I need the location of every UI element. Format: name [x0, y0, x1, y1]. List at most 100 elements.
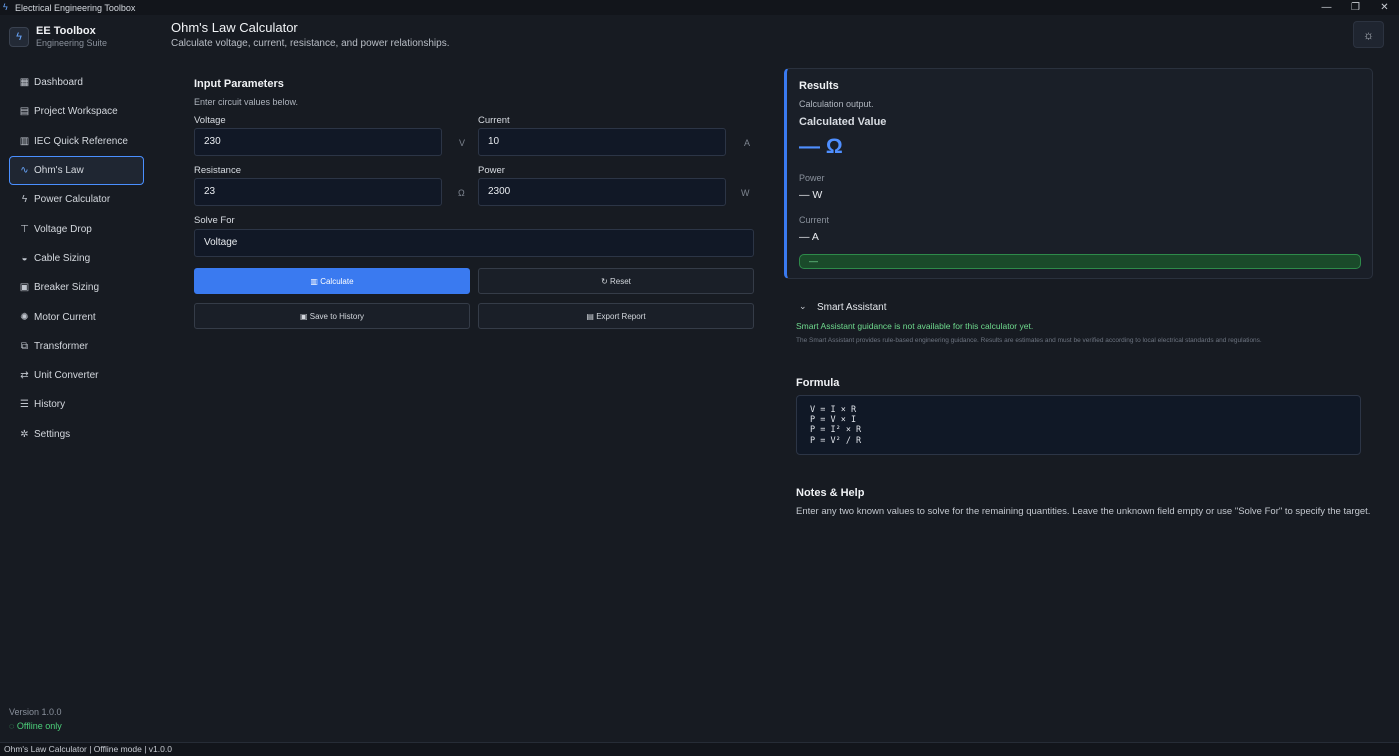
smart-assistant-message: Smart Assistant guidance is not availabl…	[796, 321, 1034, 331]
restore-button[interactable]: ❐	[1341, 0, 1370, 15]
notes-text: Enter any two known values to solve for …	[796, 506, 1371, 517]
sidebar-item-label: Power Calculator	[34, 194, 111, 206]
notes-title: Notes & Help	[796, 487, 865, 499]
sun-icon: ☼	[1363, 28, 1374, 42]
shield-icon: ◌	[9, 721, 15, 731]
sidebar-item-project-workspace[interactable]: ▤ Project Workspace	[9, 97, 144, 126]
sidebar-item-label: Motor Current	[34, 311, 96, 323]
reset-button[interactable]: ↻ Reset	[478, 268, 754, 294]
sidebar-item-unit-converter[interactable]: ⇄ Unit Converter	[9, 361, 144, 390]
formula-line: P = V × I	[810, 415, 857, 426]
logo-icon: ϟ	[9, 27, 29, 47]
sidebar-item-label: History	[34, 399, 66, 411]
version-label: Version 1.0.0	[9, 707, 62, 717]
sidebar-item-voltage-drop[interactable]: ⊤ Voltage Drop	[9, 214, 144, 243]
sidebar: ϟ EE Toolbox Engineering Suite ▦ Dashboar…	[0, 15, 152, 742]
calculated-value-label: Calculated Value	[799, 116, 887, 128]
power-unit: W	[741, 188, 750, 198]
voltage-label: Voltage	[194, 115, 226, 126]
sidebar-item-transformer[interactable]: ⧉ Transformer	[9, 332, 144, 361]
app-icon: ϟ	[3, 2, 8, 12]
sidebar-item-iec-quick-reference[interactable]: ▥ IEC Quick Reference	[9, 127, 144, 156]
results-card: Results Calculation output. Calculated V…	[784, 68, 1373, 279]
formula-title: Formula	[796, 377, 840, 389]
history-icon: ☰	[20, 399, 29, 411]
sidebar-item-label: IEC Quick Reference	[34, 135, 128, 147]
sidebar-item-label: Project Workspace	[34, 106, 118, 118]
save-to-history-button[interactable]: ▣ Save to History	[194, 303, 470, 329]
sidebar-item-label: Settings	[34, 428, 71, 440]
offline-indicator: ◌ Offline only	[9, 721, 62, 731]
result-status-bar: —	[799, 254, 1361, 269]
close-button[interactable]: ✕	[1370, 0, 1399, 15]
sidebar-item-label: Voltage Drop	[34, 223, 92, 235]
power-result-label: Power	[799, 173, 825, 183]
waveform-icon: ∿	[20, 165, 29, 177]
sidebar-item-settings[interactable]: ✲ Settings	[9, 420, 144, 449]
smart-assistant-toggle[interactable]: Smart Assistant	[817, 302, 886, 313]
resistance-label: Resistance	[194, 165, 241, 176]
book-icon: ▥	[19, 135, 30, 147]
minimize-button[interactable]: —	[1312, 0, 1341, 15]
offline-label: Offline only	[16, 721, 62, 731]
brand-subtitle: Engineering Suite	[36, 38, 108, 48]
brand: ϟ EE Toolbox Engineering Suite	[9, 25, 107, 49]
current-input[interactable]: 10	[478, 128, 726, 156]
formula-line: P = V² / R	[810, 435, 862, 446]
page-subtitle: Calculate voltage, current, resistance, …	[171, 38, 450, 49]
input-parameters-title: Input Parameters	[194, 78, 284, 90]
sidebar-item-breaker-sizing[interactable]: ▣ Breaker Sizing	[9, 273, 144, 302]
dashboard-icon: ▦	[19, 77, 30, 89]
sidebar-item-label: Transformer	[34, 340, 89, 352]
calculate-button[interactable]: ▥ Calculate	[194, 268, 470, 294]
gear-icon: ✲	[20, 428, 29, 440]
transformer-icon: ⧉	[20, 340, 29, 352]
brand-name: EE Toolbox	[36, 25, 96, 37]
voltage-input[interactable]: 230	[194, 128, 442, 156]
sidebar-item-label: Breaker Sizing	[34, 282, 100, 294]
current-label: Current	[478, 115, 510, 126]
converter-icon: ⇄	[20, 370, 29, 382]
resistance-unit: Ω	[458, 188, 465, 198]
lightning-icon: ϟ	[21, 194, 28, 206]
input-parameters-subtitle: Enter circuit values below.	[194, 97, 299, 107]
power-input[interactable]: 2300	[478, 178, 726, 206]
solve-for-label: Solve For	[194, 215, 235, 226]
results-subtitle: Calculation output.	[799, 99, 874, 109]
theme-toggle-button[interactable]: ☼	[1353, 21, 1384, 48]
title-bar: ϟ Electrical Engineering Toolbox — ❐ ✕	[0, 0, 1399, 15]
current-result-value: — A	[799, 231, 819, 243]
window-controls: — ❐ ✕	[1312, 0, 1399, 15]
calculated-value: — Ω	[799, 135, 843, 158]
current-result-label: Current	[799, 215, 830, 225]
results-title: Results	[799, 80, 839, 92]
sidebar-item-motor-current[interactable]: ✺ Motor Current	[9, 302, 144, 331]
solve-for-select[interactable]: Voltage	[194, 229, 754, 257]
sidebar-item-label: Ohm's Law	[34, 165, 84, 177]
sidebar-item-power-calculator[interactable]: ϟ Power Calculator	[9, 185, 144, 214]
workspace-icon: ▤	[19, 106, 30, 118]
sidebar-item-label: Cable Sizing	[34, 252, 91, 264]
window-title: Electrical Engineering Toolbox	[15, 2, 136, 13]
formula-box: V = I × R P = V × I P = I² × R P = V² / …	[796, 395, 1361, 455]
resistance-input[interactable]: 23	[194, 178, 442, 206]
export-report-button[interactable]: ▤ Export Report	[478, 303, 754, 329]
motor-icon: ✺	[20, 311, 29, 323]
power-label: Power	[478, 165, 505, 176]
cable-icon: ◒	[21, 252, 28, 264]
sidebar-item-dashboard[interactable]: ▦ Dashboard	[9, 68, 144, 97]
sidebar-item-label: Dashboard	[34, 77, 83, 89]
voltage-unit: V	[459, 138, 466, 148]
formula-line: V = I × R	[810, 405, 857, 415]
sidebar-item-cable-sizing[interactable]: ◒ Cable Sizing	[9, 244, 144, 273]
smart-assistant-disclaimer: The Smart Assistant provides rule-based …	[796, 337, 1262, 344]
current-unit: A	[744, 138, 751, 148]
page-title: Ohm's Law Calculator	[171, 20, 298, 35]
sidebar-item-label: Unit Converter	[34, 370, 99, 382]
sidebar-item-history[interactable]: ☰ History	[9, 390, 144, 419]
chevron-down-icon[interactable]: ⌄	[799, 301, 807, 312]
breaker-icon: ▣	[19, 282, 30, 294]
status-bar: Ohm's Law Calculator | Offline mode | v1…	[0, 742, 1399, 756]
sidebar-nav: ▦ Dashboard ▤ Project Workspace ▥ IEC Quick R…	[9, 68, 144, 449]
sidebar-item-ohm-s-law[interactable]: ∿ Ohm's Law	[9, 155, 144, 186]
